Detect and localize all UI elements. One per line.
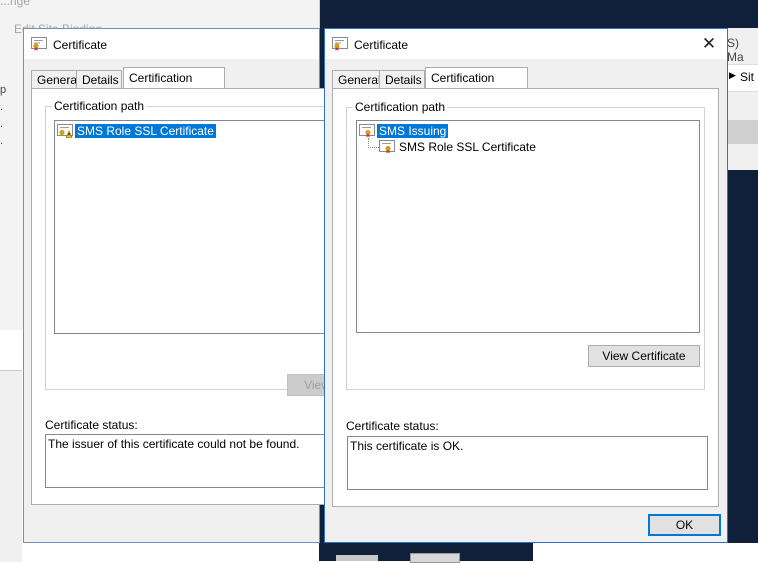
- tree-node-sms-role-ssl-certificate[interactable]: SMS Role SSL Certificate: [57, 123, 216, 138]
- certificate-status-textbox[interactable]: The issuer of this certificate could not…: [45, 434, 335, 488]
- tree-connector: [368, 138, 379, 148]
- ok-button[interactable]: OK: [648, 514, 721, 536]
- certificate-status-label: Certificate status:: [346, 419, 439, 433]
- tab-general[interactable]: General: [31, 70, 80, 88]
- certification-path-panel: Certification path SMS Issuing SMS Role …: [332, 88, 719, 507]
- tree-node-label[interactable]: SMS Issuing: [377, 123, 449, 138]
- close-icon: ✕: [701, 34, 717, 53]
- background-window-title-fragment: ...nge: [0, 0, 31, 8]
- certification-path-group-label: Certification path: [353, 100, 448, 114]
- certificate-dialog-right: Certificate ✕ General Details Certificat…: [324, 28, 728, 543]
- tab-certification-path[interactable]: Certification Path: [425, 67, 528, 105]
- close-button[interactable]: ✕: [697, 34, 721, 54]
- view-certificate-button[interactable]: View Certificate: [588, 345, 700, 367]
- certification-path-tree[interactable]: SMS Issuing SMS Role SSL Certificate: [356, 120, 700, 333]
- background-manager-selected-row: [727, 120, 758, 144]
- certification-path-panel: Certification path SMS Role SSL Certific…: [31, 88, 347, 505]
- tree-node-sms-role-ssl-certificate[interactable]: SMS Role SSL Certificate: [379, 139, 538, 154]
- taskbar-thumbnail[interactable]: [336, 555, 378, 561]
- certificate-icon: [31, 37, 47, 51]
- certificate-status-textbox[interactable]: This certificate is OK.: [347, 436, 708, 490]
- background-manager-nav-text[interactable]: Sit: [740, 70, 754, 84]
- certificate-icon: [332, 37, 348, 51]
- tree-node-label[interactable]: SMS Role SSL Certificate: [397, 140, 538, 154]
- certificate-dialog-left: Certificate General Details Certificatio…: [23, 28, 347, 543]
- tree-node-sms-issuing[interactable]: SMS Issuing: [359, 123, 449, 138]
- dialog-titlebar[interactable]: Certificate ✕: [325, 29, 727, 59]
- certification-path-group-label: Certification path: [52, 99, 147, 113]
- background-manager-title-fragment: S) Ma: [727, 36, 744, 64]
- certificate-icon: [379, 139, 395, 153]
- expand-arrow-icon[interactable]: ▶: [729, 70, 736, 81]
- taskbar-thumbnail[interactable]: [410, 553, 460, 563]
- background-text-fragments: p . . .: [0, 84, 7, 147]
- tab-details[interactable]: Details: [379, 70, 425, 88]
- certificate-icon: [359, 123, 375, 137]
- certificate-warning-icon: [57, 123, 73, 138]
- tab-general[interactable]: General: [332, 70, 381, 88]
- background-window-edge: [533, 543, 758, 561]
- tab-details[interactable]: Details: [76, 70, 122, 88]
- certification-path-tree[interactable]: SMS Role SSL Certificate: [54, 120, 344, 334]
- dialog-title: Certificate: [53, 38, 108, 52]
- dialog-title: Certificate: [354, 38, 409, 52]
- tab-certification-path[interactable]: Certification Path: [123, 67, 225, 105]
- tree-node-label[interactable]: SMS Role SSL Certificate: [75, 123, 216, 138]
- background-window-strip: [0, 370, 22, 562]
- dialog-titlebar[interactable]: Certificate: [24, 29, 319, 59]
- certificate-status-label: Certificate status:: [45, 418, 138, 432]
